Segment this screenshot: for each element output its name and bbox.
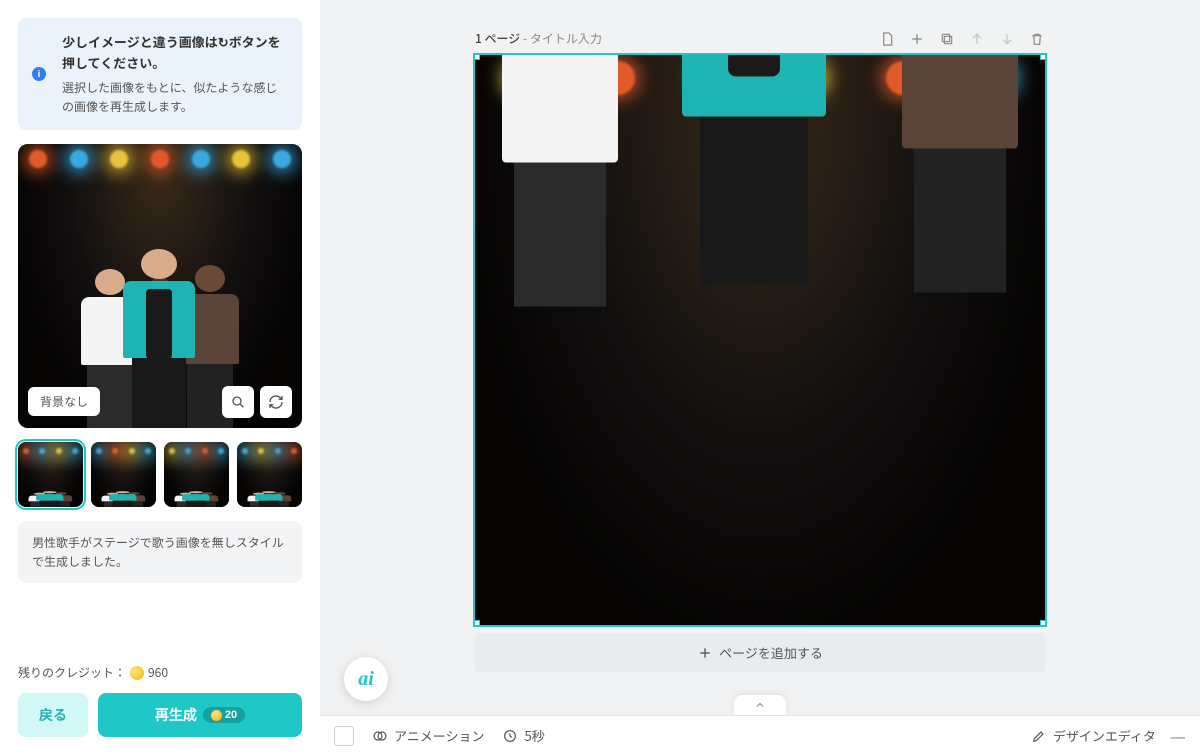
- resize-handle-bl[interactable]: [475, 620, 480, 625]
- thumbnail-1[interactable]: [18, 442, 83, 507]
- info-icon: i: [32, 67, 46, 81]
- credits-label: 残りのクレジット：: [18, 664, 126, 681]
- regenerate-single-button[interactable]: [260, 386, 292, 418]
- refresh-icon: [268, 394, 284, 410]
- page-title-input[interactable]: タイトル入力: [530, 30, 602, 47]
- animation-button[interactable]: アニメーション: [372, 726, 484, 745]
- thumbnail-4[interactable]: [237, 442, 302, 507]
- resize-handle-tr[interactable]: [1040, 55, 1045, 60]
- coin-icon: [211, 710, 222, 721]
- plus-icon: [697, 645, 713, 661]
- bottom-toolbar: アニメーション 5秒 デザインエディタ —: [320, 715, 1200, 755]
- move-down-icon[interactable]: [999, 31, 1015, 47]
- thumbnail-3[interactable]: [164, 442, 229, 507]
- generation-caption: 男性歌手がステージで歌う画像を無しスタイルで生成しました。: [18, 521, 302, 583]
- page-header: 1 ページ - タイトル入力: [475, 30, 1045, 47]
- regenerate-button[interactable]: 再生成 20: [98, 693, 302, 737]
- move-up-icon[interactable]: [969, 31, 985, 47]
- back-button[interactable]: 戻る: [18, 693, 88, 737]
- add-page-button[interactable]: ページを追加する: [475, 633, 1045, 672]
- info-card: i 少しイメージと違う画像は↻ボタンを押してください。 選択した画像をもとに、似…: [18, 18, 302, 130]
- new-page-icon[interactable]: [879, 31, 895, 47]
- ai-fab-button[interactable]: ai: [344, 657, 388, 701]
- pencil-icon: [1031, 728, 1047, 744]
- animation-label: アニメーション: [394, 726, 484, 745]
- info-title: 少しイメージと違う画像は↻ボタンを押してください。: [62, 32, 288, 74]
- add-page-label: ページを追加する: [719, 643, 823, 662]
- duration-label: 5秒: [524, 726, 544, 745]
- chevron-up-icon: [754, 699, 766, 711]
- thumbnail-row: [18, 442, 302, 507]
- resize-handle-tl[interactable]: [475, 55, 480, 60]
- main-area: 1 ページ - タイトル入力: [320, 0, 1200, 755]
- canvas-viewport[interactable]: 1 ページ - タイトル入力: [320, 0, 1200, 715]
- sidebar: i 少しイメージと違う画像は↻ボタンを押してください。 選択した画像をもとに、似…: [0, 0, 320, 755]
- main-preview-image[interactable]: 背景なし: [18, 144, 302, 428]
- delete-icon[interactable]: [1029, 31, 1045, 47]
- credits-amount: 960: [148, 664, 168, 681]
- design-editor-button[interactable]: デザインエディタ: [1031, 726, 1156, 745]
- thumbnail-2[interactable]: [91, 442, 156, 507]
- no-background-chip[interactable]: 背景なし: [28, 387, 100, 416]
- resize-handle-br[interactable]: [1040, 620, 1045, 625]
- animation-icon: [372, 728, 388, 744]
- minimize-button[interactable]: —: [1170, 723, 1186, 749]
- page-thumbnail-toggle[interactable]: [334, 726, 354, 746]
- add-icon[interactable]: [909, 31, 925, 47]
- duration-button[interactable]: 5秒: [502, 726, 544, 745]
- clock-icon: [502, 728, 518, 744]
- design-editor-label: デザインエディタ: [1053, 726, 1156, 745]
- coin-icon: [130, 666, 144, 680]
- zoom-button[interactable]: [222, 386, 254, 418]
- collapse-toolbar-tab[interactable]: [734, 695, 786, 715]
- regenerate-cost: 20: [225, 709, 237, 721]
- regenerate-label: 再生成: [155, 705, 197, 725]
- credits-remaining: 残りのクレジット： 960: [18, 664, 302, 681]
- page-number: 1 ページ: [475, 30, 520, 47]
- canvas-page[interactable]: [475, 55, 1045, 625]
- regenerate-cost-pill: 20: [203, 707, 245, 723]
- duplicate-icon[interactable]: [939, 31, 955, 47]
- info-desc: 選択した画像をもとに、似たような感じの画像を再生成します。: [62, 78, 288, 116]
- ai-fab-label: ai: [358, 668, 374, 691]
- search-icon: [230, 394, 246, 410]
